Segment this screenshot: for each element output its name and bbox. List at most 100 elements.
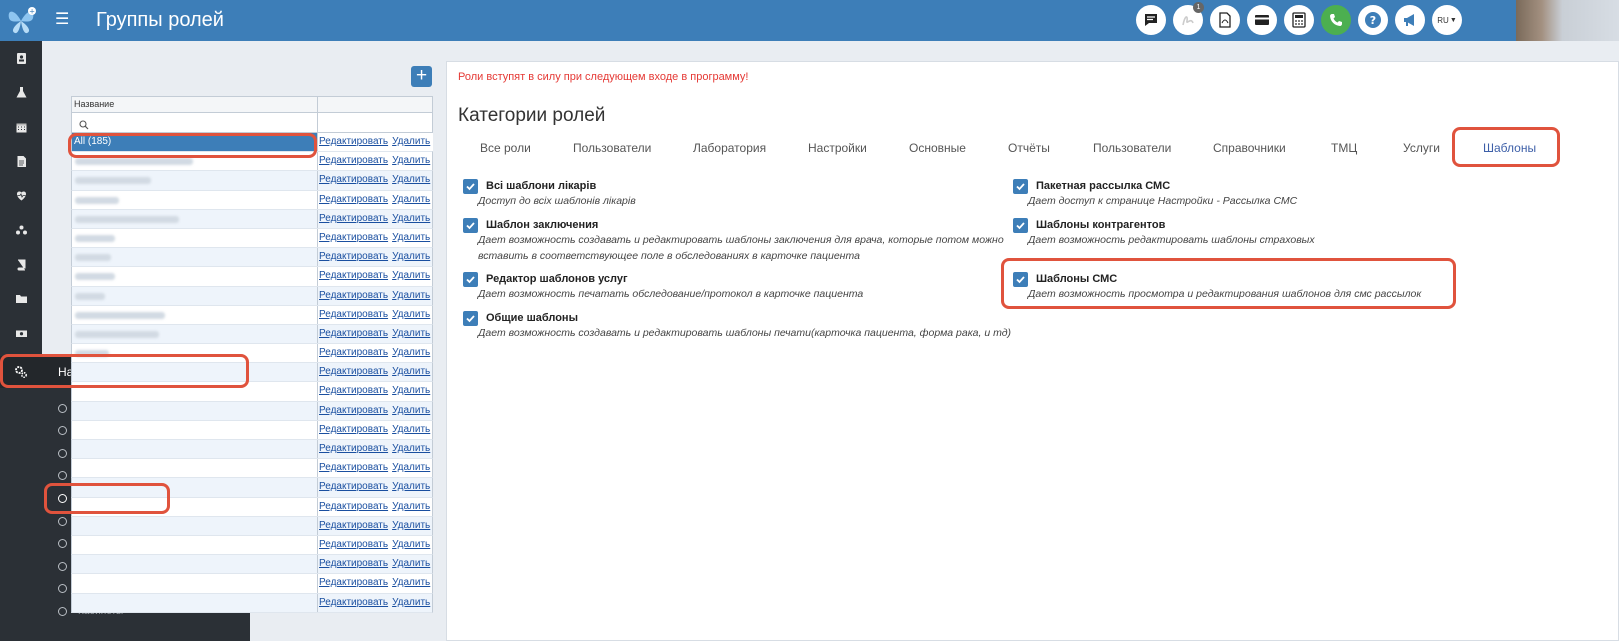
delete-link[interactable]: Удалить bbox=[392, 539, 430, 550]
hamburger-menu-button[interactable]: ☰ bbox=[55, 10, 69, 30]
table-row[interactable]: Редактировать Удалить bbox=[71, 248, 433, 268]
edit-link[interactable]: Редактировать bbox=[319, 270, 388, 281]
delete-link[interactable]: Удалить bbox=[392, 462, 430, 473]
category-tab[interactable]: Справочники bbox=[1213, 141, 1286, 155]
edit-link[interactable]: Редактировать bbox=[319, 347, 388, 358]
delete-link[interactable]: Удалить bbox=[392, 328, 430, 339]
table-row[interactable]: Редактировать Удалить bbox=[71, 209, 433, 229]
delete-link[interactable]: Удалить bbox=[392, 366, 430, 377]
announcements-button[interactable] bbox=[1395, 5, 1425, 35]
category-tab[interactable]: Пользователи bbox=[573, 141, 651, 155]
category-tab[interactable]: Лаборатория bbox=[693, 141, 766, 155]
chat-button[interactable] bbox=[1136, 5, 1166, 35]
rail-calendar[interactable] bbox=[0, 110, 42, 144]
delete-link[interactable]: Удалить bbox=[392, 443, 430, 454]
permission-checkbox[interactable] bbox=[1013, 272, 1028, 287]
category-tab[interactable]: Настройки bbox=[808, 141, 867, 155]
delete-link[interactable]: Удалить bbox=[392, 501, 430, 512]
delete-link[interactable]: Удалить bbox=[392, 597, 430, 608]
rail-health[interactable] bbox=[0, 178, 42, 212]
edit-link[interactable]: Редактировать bbox=[319, 501, 388, 512]
rail-files[interactable] bbox=[0, 281, 42, 315]
add-role-group-button[interactable]: + bbox=[411, 66, 432, 87]
phone-button[interactable] bbox=[1321, 5, 1351, 35]
edit-link[interactable]: Редактировать bbox=[319, 328, 388, 339]
language-select[interactable]: RU ▼ bbox=[1432, 5, 1462, 35]
payment-card-button[interactable] bbox=[1247, 5, 1277, 35]
edit-link[interactable]: Редактировать bbox=[319, 194, 388, 205]
delete-link[interactable]: Удалить bbox=[392, 213, 430, 224]
table-row[interactable]: Редактировать Удалить bbox=[71, 171, 433, 191]
edit-link[interactable]: Редактировать bbox=[319, 405, 388, 416]
signature-button[interactable]: 1 bbox=[1173, 2, 1204, 35]
edit-link[interactable]: Редактировать bbox=[319, 309, 388, 320]
help-button[interactable]: ? bbox=[1358, 5, 1388, 35]
rail-finance[interactable] bbox=[0, 316, 42, 350]
delete-link[interactable]: Удалить bbox=[392, 385, 430, 396]
table-row[interactable]: Редактировать Удалить bbox=[71, 555, 433, 575]
edit-link[interactable]: Редактировать bbox=[319, 213, 388, 224]
edit-link[interactable]: Редактировать bbox=[319, 385, 388, 396]
delete-link[interactable]: Удалить bbox=[392, 558, 430, 569]
edit-link[interactable]: Редактировать bbox=[319, 251, 388, 262]
table-row[interactable]: All (185) Редактировать Удалить bbox=[71, 133, 433, 153]
category-tab[interactable]: Все роли bbox=[480, 141, 531, 155]
calculator-button[interactable] bbox=[1284, 5, 1314, 35]
permission-checkbox[interactable] bbox=[463, 311, 478, 326]
category-tab[interactable]: Шаблоны bbox=[1483, 141, 1536, 155]
rail-groups[interactable] bbox=[0, 213, 42, 247]
rail-documents[interactable] bbox=[0, 144, 42, 178]
table-row[interactable]: Редактировать Удалить bbox=[71, 267, 433, 287]
edit-link[interactable]: Редактировать bbox=[319, 481, 388, 492]
table-row[interactable]: Редактировать Удалить bbox=[71, 593, 433, 613]
category-tab[interactable]: Пользователи bbox=[1093, 141, 1171, 155]
table-row[interactable]: Редактировать Удалить bbox=[71, 190, 433, 210]
table-row[interactable]: Редактировать Удалить bbox=[71, 324, 433, 345]
delete-link[interactable]: Удалить bbox=[392, 155, 430, 166]
edit-link[interactable]: Редактировать bbox=[319, 539, 388, 550]
delete-link[interactable]: Удалить bbox=[392, 405, 430, 416]
category-tab[interactable]: Основные bbox=[909, 141, 966, 155]
edit-link[interactable]: Редактировать bbox=[319, 462, 388, 473]
edit-link[interactable]: Редактировать bbox=[319, 597, 388, 608]
delete-link[interactable]: Удалить bbox=[392, 577, 430, 588]
table-row[interactable]: Редактировать Удалить bbox=[71, 420, 433, 440]
delete-link[interactable]: Удалить bbox=[392, 270, 430, 281]
delete-link[interactable]: Удалить bbox=[392, 347, 430, 358]
permission-checkbox[interactable] bbox=[463, 272, 478, 287]
table-row[interactable]: Редактировать Удалить bbox=[71, 344, 433, 364]
delete-link[interactable]: Удалить bbox=[392, 424, 430, 435]
delete-link[interactable]: Удалить bbox=[392, 290, 430, 301]
delete-link[interactable]: Удалить bbox=[392, 520, 430, 531]
edit-link[interactable]: Редактировать bbox=[319, 366, 388, 377]
category-tab[interactable]: ТМЦ bbox=[1331, 141, 1357, 155]
table-row[interactable]: Редактировать Удалить bbox=[71, 516, 433, 536]
delete-link[interactable]: Удалить bbox=[392, 136, 430, 147]
table-row[interactable]: Редактировать Удалить bbox=[71, 305, 433, 325]
permission-checkbox[interactable] bbox=[463, 179, 478, 194]
table-row[interactable]: Редактировать Удалить bbox=[71, 459, 433, 479]
rail-laboratory[interactable] bbox=[0, 75, 42, 109]
edit-link[interactable]: Редактировать bbox=[319, 577, 388, 588]
category-tab[interactable]: Услуги bbox=[1403, 141, 1440, 155]
edit-link[interactable]: Редактировать bbox=[319, 424, 388, 435]
table-row[interactable]: Редактировать Удалить bbox=[71, 535, 433, 556]
category-tab[interactable]: Отчёты bbox=[1008, 141, 1050, 155]
table-row[interactable]: Редактировать Удалить bbox=[71, 152, 433, 172]
permission-checkbox[interactable] bbox=[1013, 179, 1028, 194]
rail-patient-card[interactable] bbox=[0, 41, 42, 75]
edit-link[interactable]: Редактировать bbox=[319, 443, 388, 454]
permission-checkbox[interactable] bbox=[1013, 218, 1028, 233]
table-row[interactable]: Редактировать Удалить bbox=[71, 497, 433, 517]
permission-checkbox[interactable] bbox=[463, 218, 478, 233]
table-row[interactable]: Редактировать Удалить bbox=[71, 478, 433, 498]
table-row[interactable]: Редактировать Удалить bbox=[71, 363, 433, 383]
table-row[interactable]: Редактировать Удалить bbox=[71, 401, 433, 421]
edit-link[interactable]: Редактировать bbox=[319, 290, 388, 301]
edit-link[interactable]: Редактировать bbox=[319, 232, 388, 243]
delete-link[interactable]: Удалить bbox=[392, 194, 430, 205]
delete-link[interactable]: Удалить bbox=[392, 232, 430, 243]
edit-link[interactable]: Редактировать bbox=[319, 174, 388, 185]
delete-link[interactable]: Удалить bbox=[392, 174, 430, 185]
delete-link[interactable]: Удалить bbox=[392, 309, 430, 320]
